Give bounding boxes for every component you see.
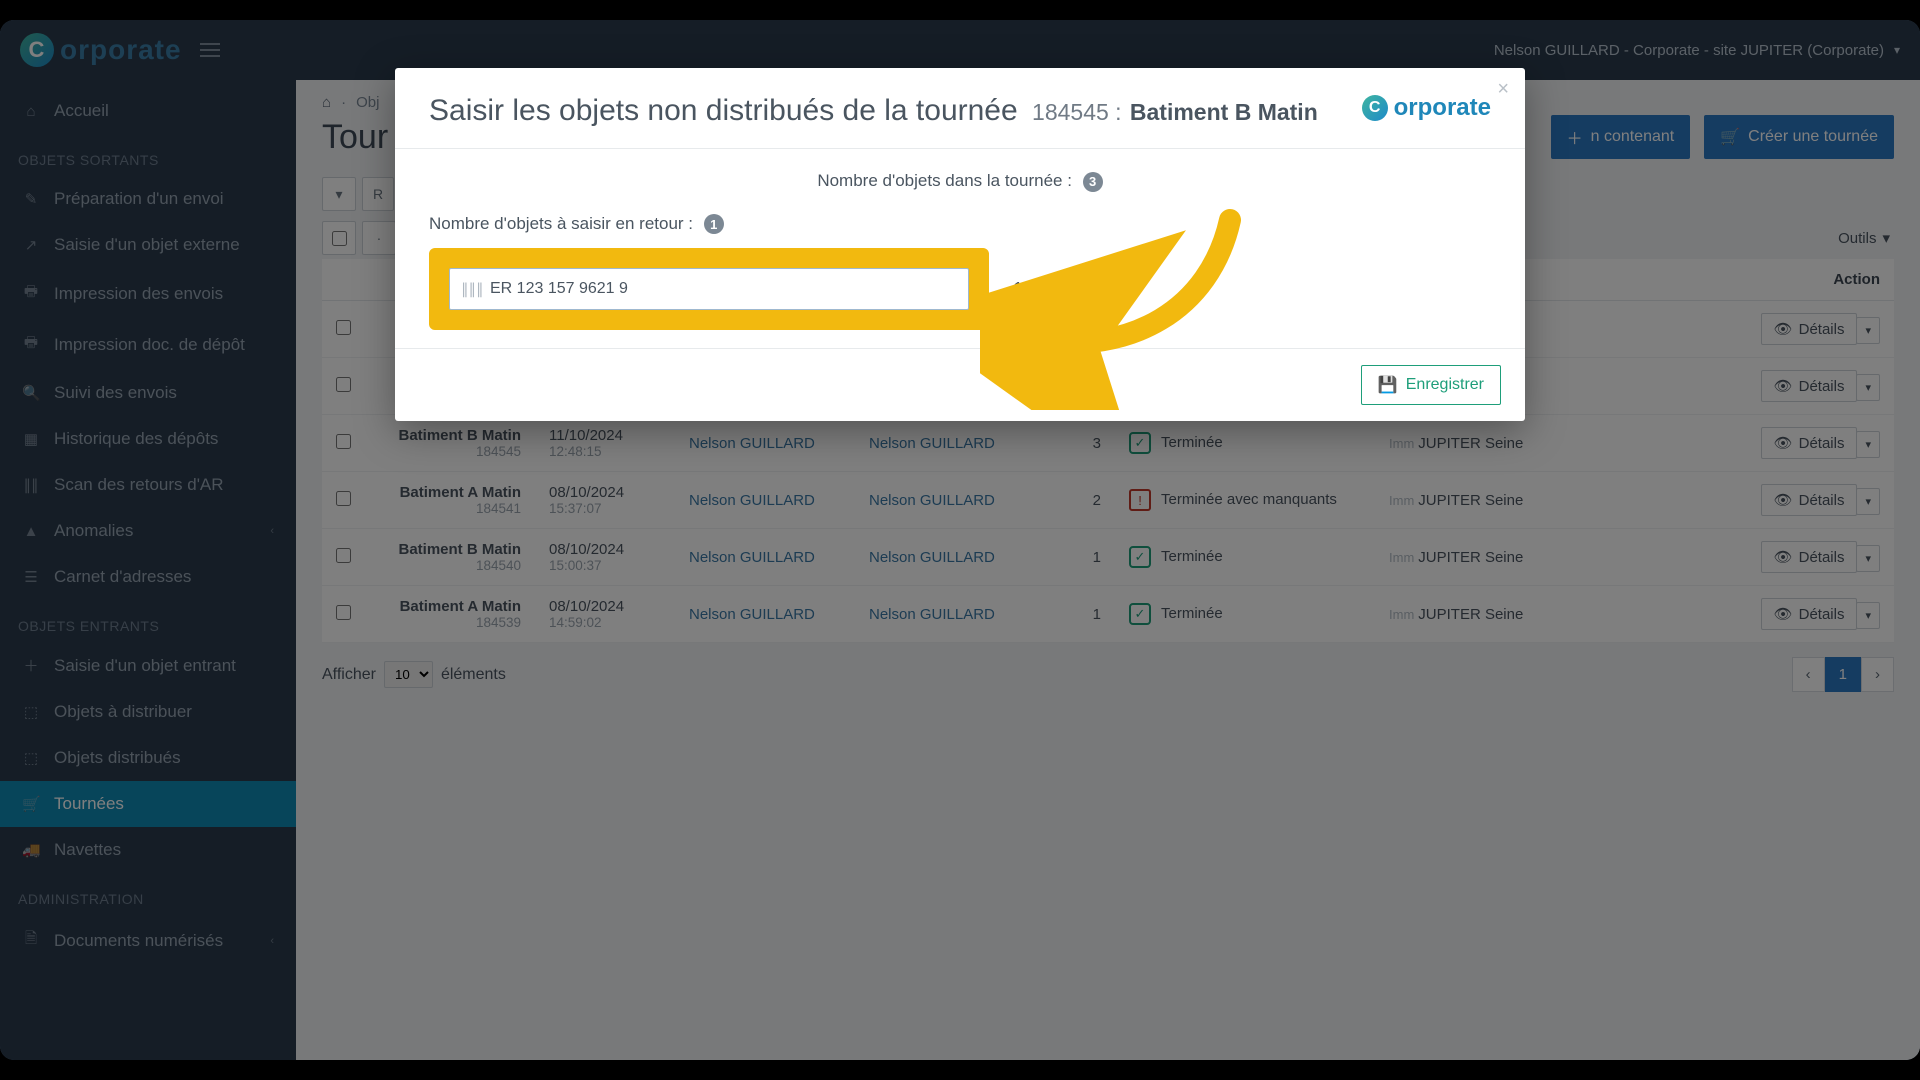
barcode-icon: ∥∥∥ <box>461 280 484 298</box>
modal-brand: Corporate <box>1362 94 1491 122</box>
count-badge: 3 <box>1083 172 1103 192</box>
brand-logo-icon: C <box>1362 95 1388 121</box>
count-badge: 1 <box>704 214 724 234</box>
button-label: Enregistrer <box>1406 376 1484 394</box>
modal-tour-id: 184545 : <box>1032 99 1122 125</box>
count-to-scan: Nombre d'objets à saisir en retour : 1 <box>429 214 1491 235</box>
close-icon[interactable]: × <box>1497 78 1509 101</box>
modal-title-text: Saisir les objets non distribués de la t… <box>429 94 1018 127</box>
label: Nombre d'objets dans la tournée : <box>817 171 1072 190</box>
label: Nombre d'objets à saisir en retour : <box>429 214 693 233</box>
save-icon: 💾 <box>1378 375 1398 395</box>
save-button[interactable]: 💾 Enregistrer <box>1361 365 1501 405</box>
scan-input[interactable] <box>449 268 969 310</box>
scanned-count: 1 <box>1013 279 1023 300</box>
modal-title: Saisir les objets non distribués de la t… <box>429 94 1318 128</box>
scan-modal: Saisir les objets non distribués de la t… <box>395 68 1525 421</box>
scan-input-highlight: ∥∥∥ <box>429 248 989 330</box>
modal-tour-name: Batiment B Matin <box>1130 99 1318 125</box>
count-in-tour: Nombre d'objets dans la tournée : 3 <box>429 171 1491 192</box>
brand-text: orporate <box>1394 94 1491 122</box>
